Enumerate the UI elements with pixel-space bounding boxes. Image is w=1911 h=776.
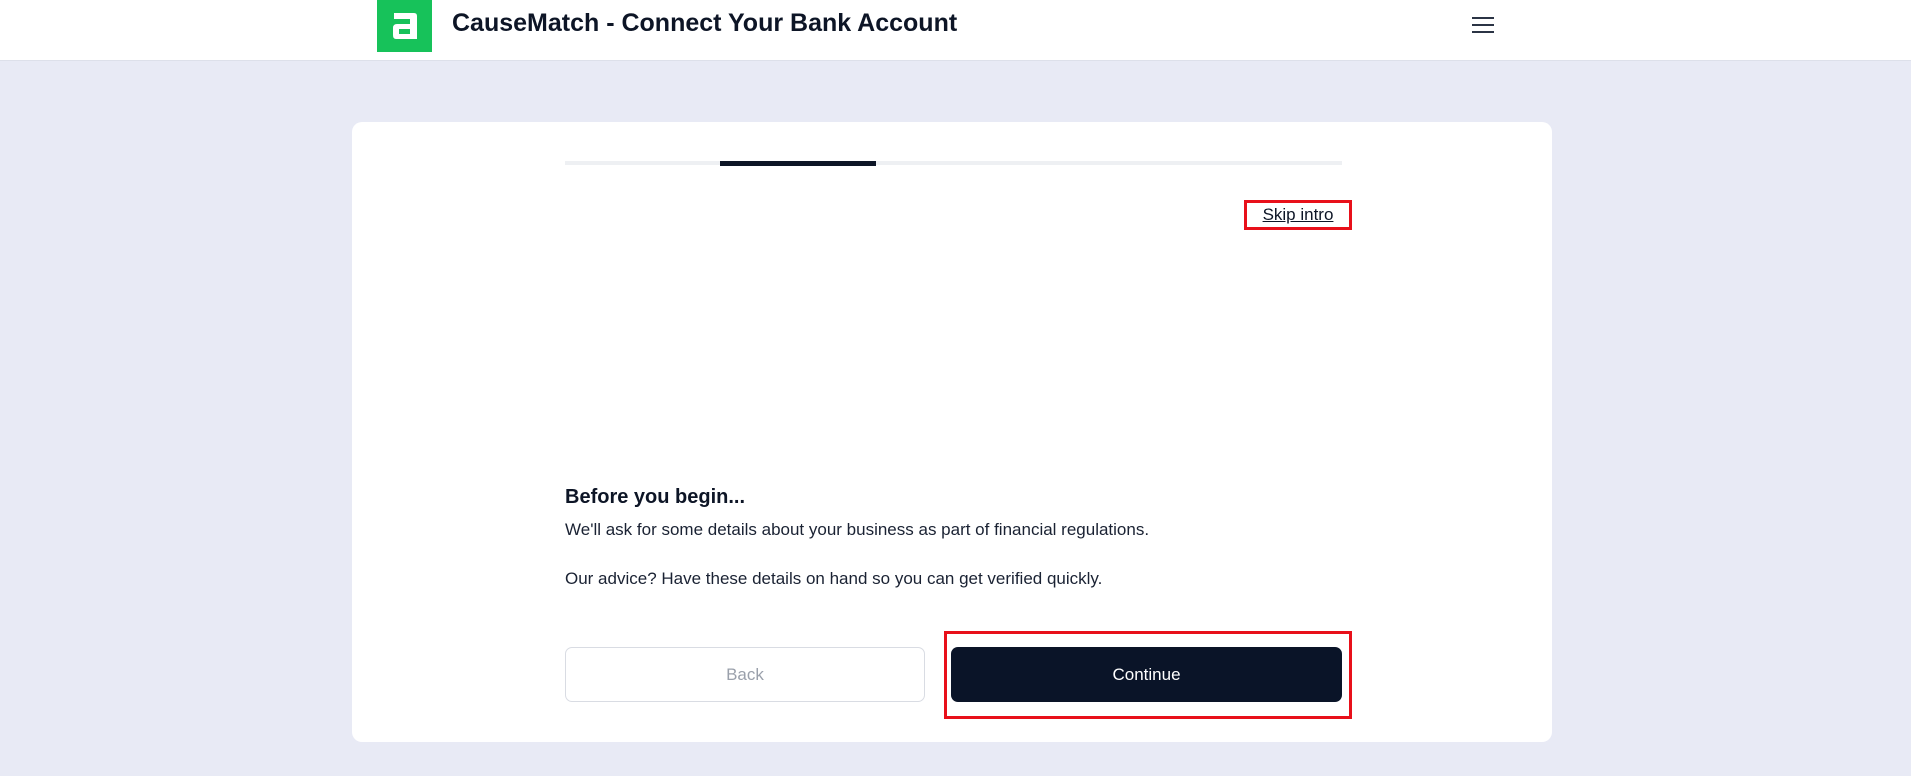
skip-intro-link[interactable]: Skip intro (1263, 205, 1334, 225)
onboarding-card: Skip intro Before you begin... We'll ask… (352, 122, 1552, 742)
intro-paragraph: We'll ask for some details about your bu… (565, 520, 1150, 539)
page-title: CauseMatch - Connect Your Bank Account (452, 9, 958, 37)
top-bar: CauseMatch - Connect Your Bank Account (0, 0, 1911, 61)
section-heading: Before you begin... (565, 486, 746, 508)
advice-paragraph: Our advice? Have these details on hand s… (565, 569, 1103, 588)
brand-logo[interactable] (377, 0, 432, 52)
back-button[interactable]: Back (565, 647, 925, 702)
continue-highlight: Continue (944, 631, 1352, 719)
skip-intro-highlight: Skip intro (1244, 200, 1352, 230)
continue-button[interactable]: Continue (951, 647, 1342, 702)
progress-bar (565, 161, 1342, 166)
progress-bar-fill (720, 161, 876, 166)
brand-logo-icon (393, 13, 417, 39)
hamburger-menu-icon[interactable] (1468, 10, 1498, 40)
